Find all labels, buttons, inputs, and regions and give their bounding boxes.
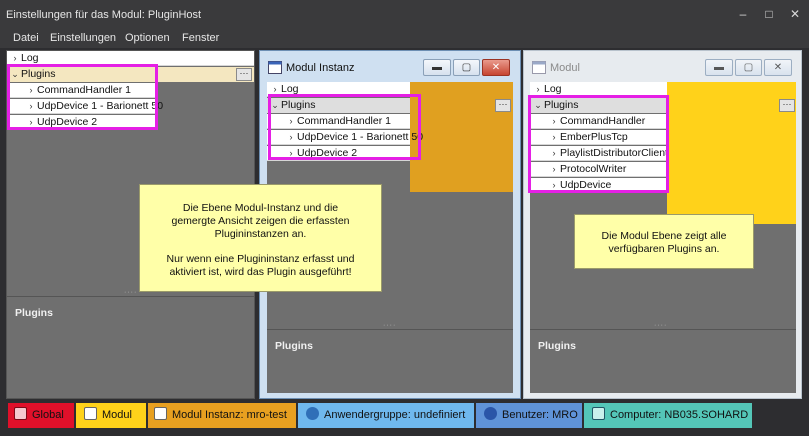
menu-datei[interactable]: Datei: [13, 32, 39, 44]
window-app-icon: [268, 61, 282, 74]
status-global[interactable]: Global: [8, 403, 74, 428]
window-icon: [84, 407, 97, 420]
gear-icon: [14, 407, 27, 420]
highlight-frame: [268, 94, 421, 160]
modul-instanz-title: Modul Instanz: [286, 62, 355, 74]
plugins-footer-label: Plugins: [538, 340, 576, 352]
splitter-handle[interactable]: ····: [383, 322, 396, 329]
modul-title: Modul: [550, 62, 580, 74]
status-anwendergruppe[interactable]: Anwendergruppe: undefiniert: [298, 403, 474, 428]
plugins-footer-label: Plugins: [275, 340, 313, 352]
highlight-frame: [7, 64, 158, 130]
menu-einstellungen[interactable]: Einstellungen: [50, 32, 116, 44]
user-icon: [484, 407, 497, 420]
more-options-button[interactable]: ···: [495, 99, 511, 112]
close-button[interactable]: ✕: [788, 7, 802, 21]
menu-bar: Datei Einstellungen Optionen Fenster: [0, 29, 809, 48]
minimize-button[interactable]: ▬: [423, 59, 451, 76]
window-app-icon: [532, 61, 546, 74]
minimize-button[interactable]: ▬: [705, 59, 733, 76]
minimize-button[interactable]: –: [736, 7, 750, 21]
status-modul-instanz[interactable]: Modul Instanz: mro-test: [148, 403, 296, 428]
close-button[interactable]: ✕: [764, 59, 792, 76]
modul-info-callout: Die Modul Ebene zeigt alle verfügbaren P…: [574, 214, 754, 269]
status-computer[interactable]: Computer: NB035.SOHARD: [584, 403, 752, 428]
splitter-handle[interactable]: ····: [654, 322, 667, 329]
highlight-frame: [528, 95, 669, 193]
computer-icon: [592, 407, 605, 420]
modul-level-color: [667, 82, 796, 224]
merged-plugins-footer: Plugins: [7, 296, 254, 398]
close-button[interactable]: ✕: [482, 59, 510, 76]
menu-optionen[interactable]: Optionen: [125, 32, 170, 44]
menu-fenster[interactable]: Fenster: [182, 32, 219, 44]
window-icon: [154, 407, 167, 420]
instanz-info-callout: Die Ebene Modul-Instanz und die gemergte…: [139, 184, 382, 292]
window-titlebar: Einstellungen für das Modul: PluginHost …: [0, 0, 809, 29]
status-modul[interactable]: Modul: [76, 403, 146, 428]
modul-plugins-footer: Plugins: [530, 329, 796, 393]
maximize-button[interactable]: ▢: [453, 59, 480, 76]
status-benutzer[interactable]: Benutzer: MRO: [476, 403, 582, 428]
user-group-icon: [306, 407, 319, 420]
splitter-handle[interactable]: ····: [124, 289, 137, 296]
instanz-plugins-footer: Plugins: [267, 329, 513, 393]
maximize-button[interactable]: ▢: [735, 59, 762, 76]
more-options-button[interactable]: ···: [779, 99, 795, 112]
more-options-button[interactable]: ···: [236, 68, 252, 81]
window-title: Einstellungen für das Modul: PluginHost: [6, 9, 202, 21]
plugins-footer-label: Plugins: [15, 307, 53, 319]
maximize-button[interactable]: □: [762, 7, 776, 21]
